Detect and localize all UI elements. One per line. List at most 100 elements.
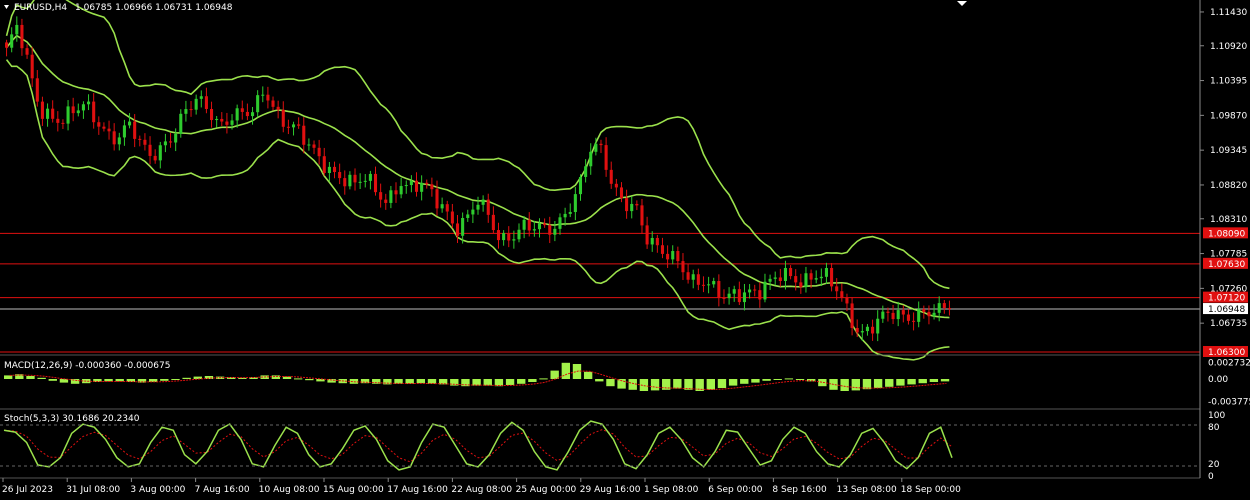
- candle-body: [722, 297, 726, 299]
- macd-bar: [918, 379, 927, 384]
- macd-bar: [650, 379, 660, 391]
- candle-body: [496, 230, 501, 241]
- macd-bar: [862, 379, 872, 390]
- candle-body: [102, 126, 106, 129]
- candle-body: [363, 180, 367, 182]
- candle-body: [435, 189, 439, 209]
- candle-body: [660, 245, 665, 254]
- candle-body: [947, 307, 951, 310]
- candle-body: [599, 143, 603, 146]
- candle-body: [789, 268, 793, 277]
- candle-body: [384, 199, 388, 203]
- macd-bar: [182, 377, 191, 379]
- macd-bar: [4, 375, 13, 379]
- candle-body: [76, 110, 80, 114]
- candle-body: [937, 303, 941, 313]
- candle-body: [322, 156, 326, 173]
- candle-body: [297, 124, 301, 126]
- candle-body: [235, 108, 239, 121]
- candle-body: [138, 138, 142, 140]
- candle-body: [860, 331, 864, 333]
- candle-body: [840, 291, 844, 298]
- candle-body: [87, 101, 91, 105]
- candle-body: [758, 290, 762, 300]
- stoch-label: Stoch(5,3,3) 30.1686 20.2340: [4, 414, 140, 424]
- candle-body: [835, 286, 839, 292]
- candle-body: [619, 187, 624, 199]
- y-tick-label: 1.08820: [1210, 181, 1247, 191]
- candle-body: [61, 122, 65, 124]
- candle-body: [35, 78, 39, 102]
- candle-body: [143, 139, 147, 145]
- macd-bar: [438, 379, 448, 385]
- candle-body: [291, 124, 296, 128]
- y-tick-label: 1.10395: [1210, 77, 1247, 87]
- macd-bar: [483, 379, 492, 386]
- candle-body: [650, 237, 654, 245]
- candle-body: [25, 48, 29, 55]
- candle-body: [865, 326, 869, 332]
- candle-body: [625, 198, 629, 212]
- macd-bar: [115, 379, 124, 382]
- y-tick-label: 1.06735: [1210, 319, 1247, 329]
- y-tick-label: 1.11430: [1210, 8, 1247, 18]
- candle-body: [450, 211, 454, 224]
- candle-body: [430, 184, 434, 190]
- level-price-label: 1.07630: [1208, 260, 1245, 270]
- candle-body: [281, 109, 285, 127]
- candle-body: [763, 281, 767, 300]
- candle-body: [681, 261, 685, 273]
- stoch-y-tick-label: 0: [1208, 472, 1214, 482]
- candle-body: [461, 217, 465, 236]
- macd-bar: [896, 379, 905, 386]
- x-tick-label: 3 Aug 00:00: [130, 485, 185, 495]
- candle-body: [696, 274, 700, 285]
- candle-body: [20, 24, 24, 49]
- macd-bar: [706, 379, 715, 390]
- y-tick-label: 1.08310: [1210, 215, 1247, 225]
- macd-bar: [751, 379, 760, 383]
- level-price-label: 1.07120: [1208, 294, 1245, 304]
- candle-body: [455, 223, 460, 236]
- candle-body: [886, 311, 890, 313]
- macd-bar: [784, 378, 794, 380]
- candle-body: [824, 267, 828, 277]
- candle-body: [476, 204, 480, 210]
- candle-body: [399, 186, 403, 195]
- candle-body: [707, 284, 711, 286]
- macd-bar: [762, 379, 771, 381]
- candle-body: [112, 131, 116, 145]
- candle-body: [51, 108, 55, 119]
- candle-body: [522, 219, 526, 230]
- candle-body: [174, 133, 178, 143]
- candle-body: [502, 233, 506, 241]
- candle-body: [256, 95, 260, 113]
- candle-body: [189, 109, 193, 111]
- macd-bar: [48, 379, 57, 381]
- candle-body: [312, 144, 316, 148]
- candle-body: [594, 143, 598, 152]
- candle-body: [46, 108, 50, 119]
- candle-body: [507, 233, 511, 241]
- candle-body: [512, 239, 516, 241]
- candle-body: [158, 145, 162, 161]
- macd-bar: [795, 379, 805, 380]
- macd-bar: [316, 379, 325, 382]
- candle-body: [276, 106, 280, 110]
- x-tick-label: 7 Aug 16:00: [195, 485, 250, 495]
- macd-bar: [416, 379, 426, 384]
- macd-bar: [851, 379, 860, 391]
- macd-y-tick-label: 0.002732: [1208, 359, 1250, 369]
- level-price-label: 1.08090: [1208, 229, 1245, 239]
- macd-bar: [293, 378, 303, 380]
- candle-body: [773, 277, 777, 279]
- candle-body: [332, 166, 337, 173]
- candle-body: [794, 276, 798, 283]
- macd-bar: [873, 379, 883, 388]
- candle-body: [855, 327, 859, 333]
- candle-body: [543, 223, 547, 226]
- candle-body: [727, 293, 731, 299]
- candle-body: [666, 253, 670, 260]
- candle-body: [379, 192, 383, 200]
- candle-body: [179, 113, 183, 134]
